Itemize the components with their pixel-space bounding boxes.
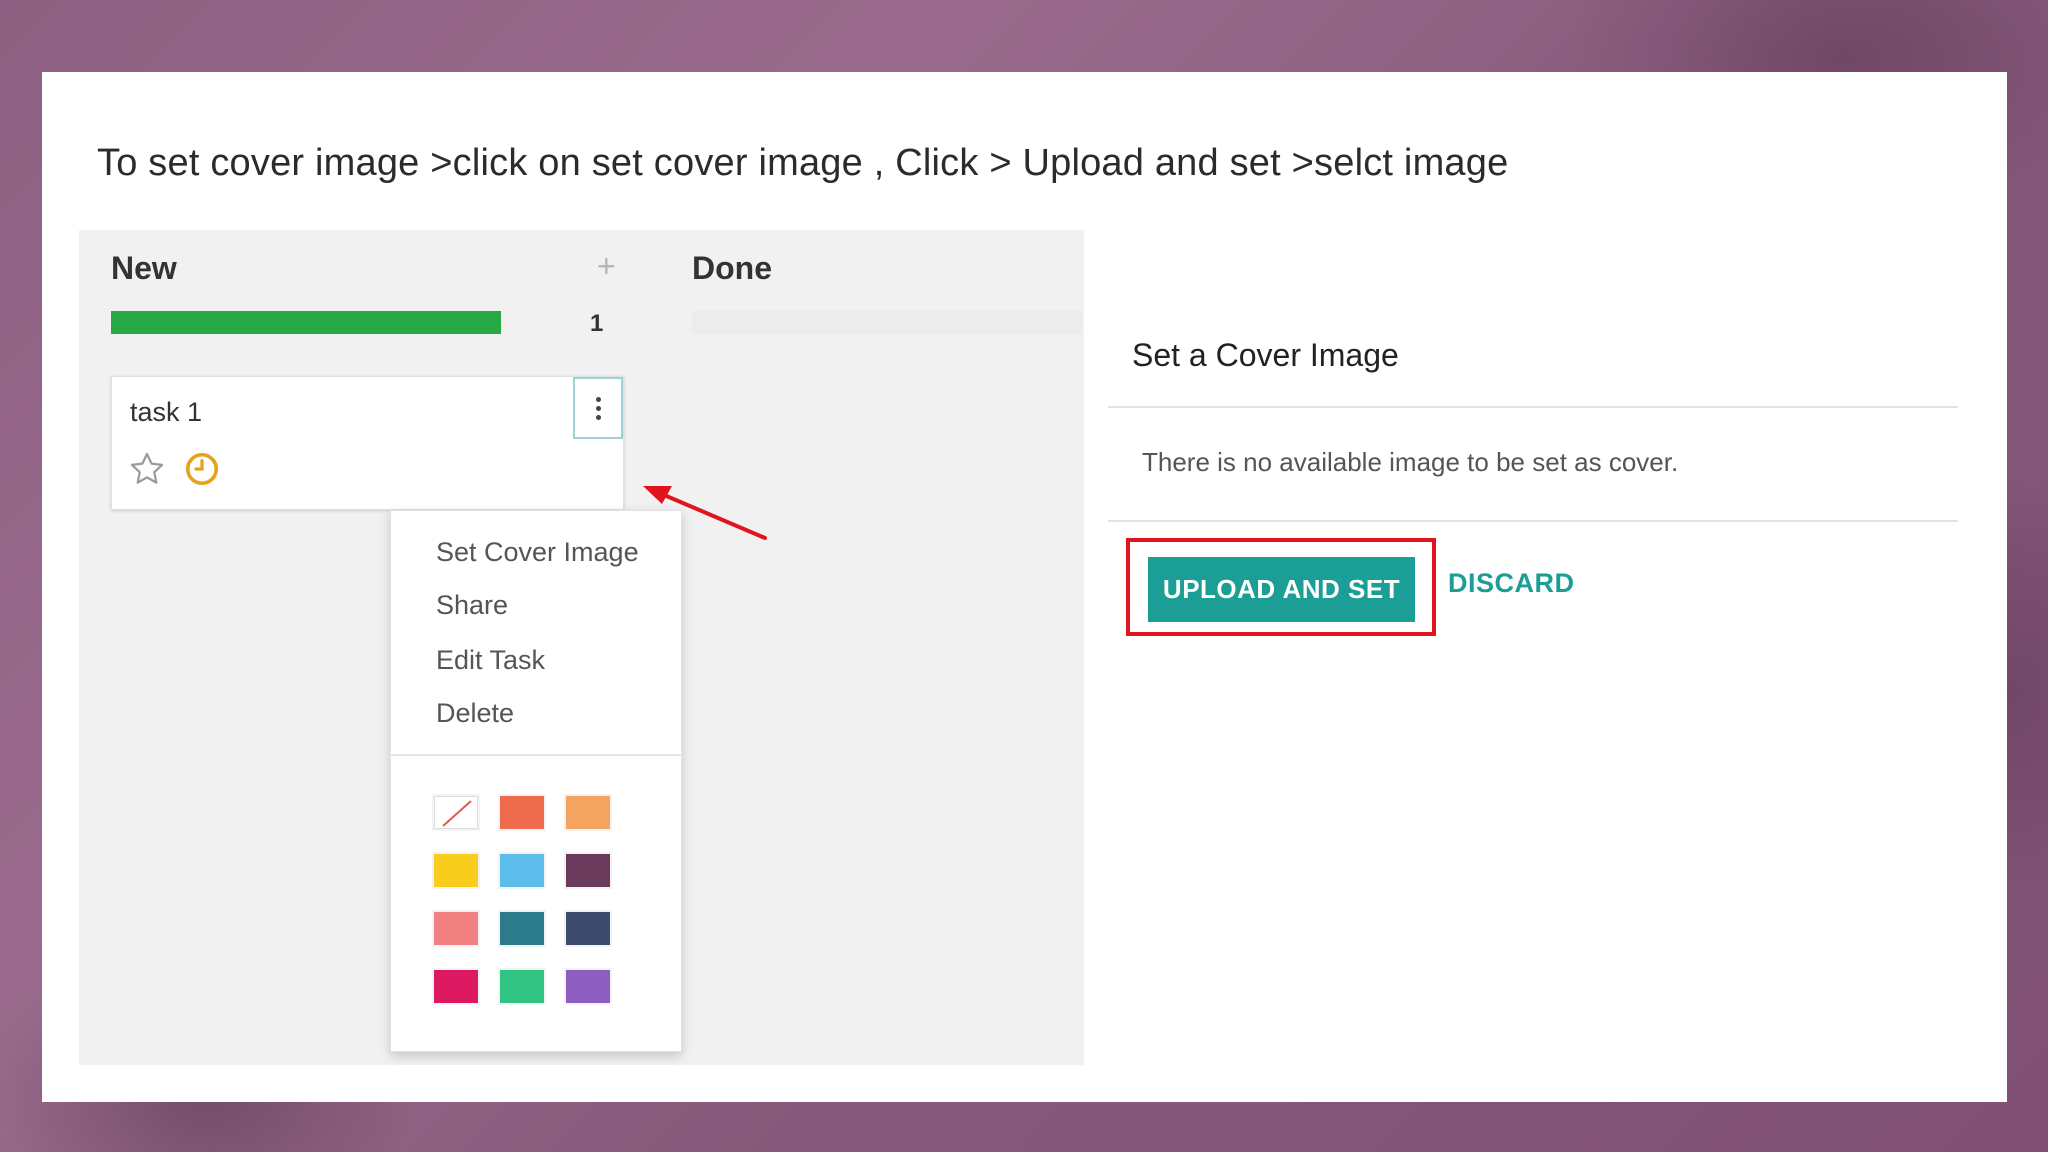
kebab-menu-icon: [595, 396, 601, 420]
no-color-icon: [442, 800, 472, 827]
menu-item-share[interactable]: Share: [436, 590, 508, 621]
color-swatch[interactable]: [566, 912, 610, 945]
card-dropdown-menu: Set Cover Image Share Edit Task Delete: [390, 510, 682, 1052]
dialog-divider-bottom: [1108, 520, 1958, 522]
menu-item-set-cover-image[interactable]: Set Cover Image: [436, 537, 639, 568]
color-swatch-none[interactable]: [434, 796, 478, 829]
add-task-button[interactable]: +: [597, 248, 616, 285]
color-swatch[interactable]: [566, 796, 610, 829]
column-count-new: 1: [590, 310, 604, 337]
card-menu-button[interactable]: [573, 377, 623, 439]
progress-bar-done[interactable]: [692, 311, 1082, 334]
dialog-divider-top: [1108, 406, 1958, 408]
dialog-title: Set a Cover Image: [1132, 337, 1399, 373]
color-swatch[interactable]: [500, 912, 544, 945]
dialog-message: There is no available image to be set as…: [1142, 447, 1679, 477]
progress-bar-new[interactable]: [111, 311, 501, 334]
column-title-done: Done: [692, 250, 772, 286]
color-swatch[interactable]: [434, 912, 478, 945]
discard-button[interactable]: DISCARD: [1448, 568, 1575, 599]
color-swatch[interactable]: [434, 970, 478, 1003]
color-swatch[interactable]: [434, 854, 478, 887]
color-swatch[interactable]: [566, 854, 610, 887]
column-title-new: New: [111, 250, 177, 286]
color-swatch[interactable]: [500, 854, 544, 887]
color-swatch[interactable]: [500, 796, 544, 829]
menu-item-delete[interactable]: Delete: [436, 698, 514, 729]
instruction-text: To set cover image >click on set cover i…: [97, 142, 1509, 184]
upload-and-set-button[interactable]: UPLOAD AND SET: [1148, 557, 1415, 622]
color-swatch[interactable]: [500, 970, 544, 1003]
task-title: task 1: [130, 397, 203, 427]
star-icon[interactable]: [128, 450, 166, 488]
menu-item-edit-task[interactable]: Edit Task: [436, 645, 545, 676]
menu-divider: [391, 754, 681, 756]
color-swatch[interactable]: [566, 970, 610, 1003]
task-card[interactable]: task 1: [111, 376, 624, 510]
kanban-board: New + Done 1 task 1 Set Cover Image Shar…: [79, 230, 1084, 1065]
clock-icon[interactable]: [184, 451, 220, 487]
slide-panel: To set cover image >click on set cover i…: [42, 72, 2007, 1102]
